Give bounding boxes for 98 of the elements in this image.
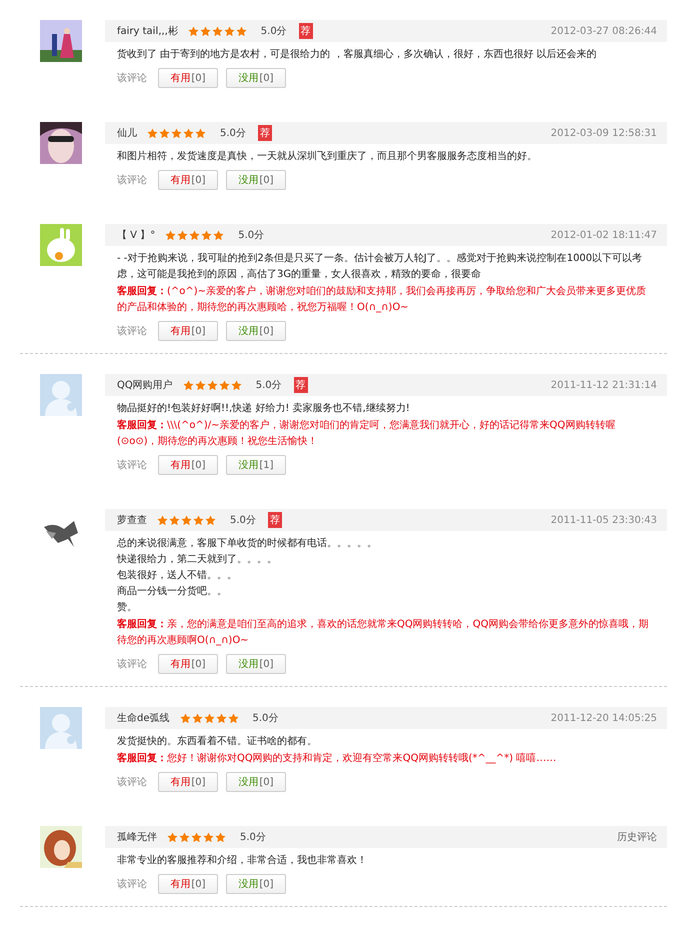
star-icon bbox=[212, 26, 223, 36]
useless-button[interactable]: 没用[0] bbox=[226, 874, 286, 894]
vote-label: 该评论 bbox=[117, 72, 147, 85]
review-time: 2012-03-09 12:58:31 bbox=[550, 128, 657, 138]
star-icon bbox=[171, 128, 182, 138]
useless-button[interactable]: 没用[0] bbox=[226, 654, 286, 674]
useless-button[interactable]: 没用[0] bbox=[226, 68, 286, 88]
user-name: QQ网购用户 bbox=[117, 378, 173, 392]
vote-label: 该评论 bbox=[117, 324, 147, 338]
review-text: 和图片相符，发货速度是真快，一天就从深圳飞到重庆了，而且那个男客服服务态度相当的好。 bbox=[117, 150, 538, 164]
useless-button[interactable]: 没用[1] bbox=[226, 455, 286, 475]
useful-button[interactable]: 有用[0] bbox=[158, 455, 218, 475]
star-icon bbox=[169, 514, 180, 526]
star-icon bbox=[181, 514, 192, 526]
useless-button[interactable]: 没用[0] bbox=[226, 170, 286, 190]
user-name: 萝查查 bbox=[117, 514, 147, 527]
review-time: 2011-11-12 21:31:14 bbox=[550, 380, 657, 390]
star-icon bbox=[204, 712, 214, 724]
star-icon bbox=[189, 230, 200, 240]
star-icon bbox=[182, 380, 194, 390]
recommend-badge: 荐 bbox=[298, 23, 313, 39]
review-text: 商品一分钱一分货吧。。 bbox=[117, 584, 228, 599]
user-name: 生命de弧线 bbox=[117, 712, 170, 725]
user-name: 孤峰无伴 bbox=[117, 831, 157, 844]
history-link[interactable]: 历史评论 bbox=[617, 830, 657, 844]
star-icon bbox=[213, 230, 224, 240]
user-name: 仙儿 bbox=[117, 126, 137, 140]
score: 5.0分 bbox=[238, 229, 264, 242]
score: 5.0分 bbox=[260, 25, 287, 38]
star-icon bbox=[191, 832, 202, 842]
vote-label: 该评论 bbox=[117, 878, 147, 891]
seller-reply: 客服回复：亲，您的满意是咱们至高的追求，喜欢的话您就常来QQ网购转转哈，QQ网购会带给你更多意外的惊喜哦，期待您的再次惠顾啊O(∩_∩)O~ bbox=[117, 617, 650, 648]
star-icon bbox=[177, 230, 188, 240]
review-time: 2011-12-20 14:05:25 bbox=[550, 712, 657, 724]
useful-button[interactable]: 有用[0] bbox=[158, 170, 218, 190]
recommend-badge: 荐 bbox=[294, 377, 308, 393]
review-text: 快递很给力，第二天就到了。。。。 bbox=[117, 552, 278, 567]
star-icon bbox=[203, 832, 214, 842]
star-icon bbox=[216, 712, 226, 724]
vote-label: 该评论 bbox=[117, 458, 147, 472]
star-icon bbox=[215, 832, 226, 842]
review-time: 2011-11-05 23:30:43 bbox=[550, 514, 657, 526]
star-icon bbox=[180, 712, 190, 724]
useful-button[interactable]: 有用[0] bbox=[158, 772, 218, 792]
star-icon bbox=[224, 26, 235, 36]
useful-button[interactable]: 有用[0] bbox=[158, 68, 218, 88]
recommend-badge: 荐 bbox=[268, 512, 282, 528]
useless-button[interactable]: 没用[0] bbox=[226, 321, 286, 341]
useful-button[interactable]: 有用[0] bbox=[158, 874, 218, 894]
star-icon bbox=[200, 26, 211, 36]
review-text: 包装很好，送人不错。。。 bbox=[117, 568, 238, 583]
score: 5.0分 bbox=[220, 127, 246, 140]
score: 5.0分 bbox=[252, 712, 278, 725]
default-avatar-icon bbox=[40, 707, 82, 749]
score: 5.0分 bbox=[230, 514, 256, 527]
star-icon bbox=[183, 128, 194, 138]
score: 5.0分 bbox=[256, 379, 282, 392]
star-icon bbox=[179, 832, 190, 842]
useful-button[interactable]: 有用[0] bbox=[158, 321, 218, 341]
seller-reply: 客服回复：您好！谢谢你对QQ网购的支持和肯定，欢迎有空常来QQ网购转转哦(*^__^*) 嘻嘻…… bbox=[117, 751, 558, 766]
star-icon bbox=[218, 380, 230, 390]
star-icon bbox=[147, 128, 158, 138]
vote-label: 该评论 bbox=[117, 658, 147, 671]
star-icon bbox=[159, 128, 170, 138]
review-text: 总的来说很满意，客服下单收货的时候都有电话。。。。。 bbox=[117, 536, 378, 551]
star-icon bbox=[188, 26, 199, 36]
seller-reply: 客服回复：(^o^)~亲爱的客户，谢谢您对咱们的鼓励和支持耶，我们会再接再厉，争取给您和广大会员带来更多更优质的产品和体验的，期待您的再次惠顾哈，祝您万福喔！O(∩_∩)O~ bbox=[117, 284, 648, 315]
review-text: 赞。 bbox=[117, 601, 138, 615]
vote-label: 该评论 bbox=[117, 174, 147, 187]
vote-label: 该评论 bbox=[117, 776, 147, 789]
review-text: 发货挺快的。东西看着不错。证书啥的都有。 bbox=[117, 734, 318, 749]
star-icon bbox=[228, 712, 238, 724]
star-icon bbox=[236, 26, 247, 36]
review-time: 2012-03-27 08:26:44 bbox=[550, 26, 657, 36]
star-icon bbox=[192, 712, 202, 724]
useless-button[interactable]: 没用[0] bbox=[226, 772, 286, 792]
star-icon bbox=[201, 230, 212, 240]
score: 5.0分 bbox=[240, 831, 266, 844]
review-text: - -对于抢购来说，我可耻的抢到2条但是只买了一条。估计会被万人轮J了。。感觉对于抢购来说控制在1000以下可以考虑，这可能是我抢到的原因，高估了3G的重量，女人很喜欢，精致的要命，很要命 bbox=[117, 252, 644, 282]
star-icon bbox=[167, 832, 178, 842]
review-text: 货收到了 由于寄到的地方是农村，可是很给力的 ，客服真细心，多次确认，很好，东西也很好 以后还会来的 bbox=[117, 48, 598, 62]
default-avatar-icon bbox=[40, 374, 82, 416]
recommend-badge: 荐 bbox=[258, 125, 272, 141]
review-time: 2012-01-02 18:11:47 bbox=[550, 230, 657, 240]
star-icon bbox=[165, 230, 176, 240]
star-icon bbox=[157, 514, 168, 526]
user-name: fairy tail‚‚‚彬 bbox=[117, 24, 178, 38]
star-icon bbox=[194, 380, 206, 390]
seller-reply: 客服回复：\\\(^o^)/~亲爱的客户，谢谢您对咱们的肯定呵，您满意我们就开心，好的话记得常来QQ网购转转喔(⊙o⊙)，期待您的再次惠顾！祝您生活愉快！ bbox=[117, 418, 616, 449]
star-icon bbox=[230, 380, 242, 390]
review-text: 物品挺好的!包装好好啊!!,快递 好给力! 卖家服务也不错,继续努力! bbox=[117, 402, 411, 416]
star-icon bbox=[195, 128, 206, 138]
star-icon bbox=[193, 514, 204, 526]
user-name: 【 V 】° bbox=[117, 228, 156, 242]
star-icon bbox=[205, 514, 216, 526]
useful-button[interactable]: 有用[0] bbox=[158, 654, 218, 674]
review-text: 非常专业的客服推荐和介绍，非常合适，我也非常喜欢！ bbox=[117, 854, 368, 868]
star-icon bbox=[206, 380, 218, 390]
